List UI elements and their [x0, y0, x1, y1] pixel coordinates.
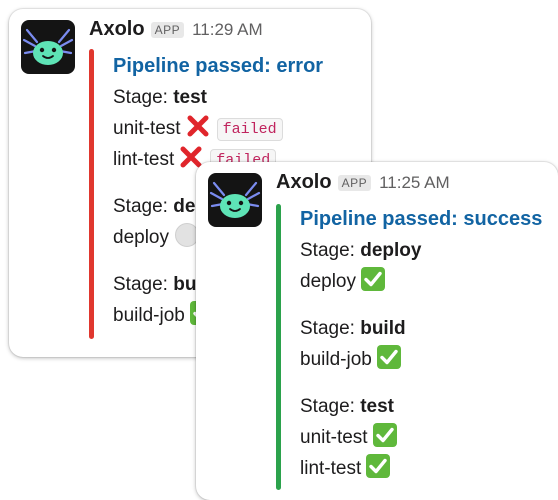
job-name: deploy: [113, 227, 169, 248]
stage-label: Stage:: [113, 196, 174, 217]
stage-name: test: [173, 87, 208, 108]
job-name: lint-test: [113, 149, 175, 170]
check-mark-button-icon: [372, 422, 398, 448]
job-line: lint-test: [300, 453, 542, 484]
job-name: build-job: [113, 305, 185, 326]
app-badge: APP: [150, 21, 185, 38]
attachment-body: Pipeline passed: success Stage: deploy d…: [300, 204, 542, 484]
bot-name[interactable]: Axolo: [276, 171, 332, 193]
stage-name: build: [360, 318, 406, 339]
message-header: Axolo APP 11:29 AM: [89, 18, 263, 46]
stage-line: Stage: test: [113, 82, 323, 113]
message-card-success: Axolo APP 11:25 AM Pipeline passed: succes…: [196, 162, 558, 500]
attachment-title[interactable]: Pipeline passed: error: [113, 51, 323, 82]
attachment-color-bar: [89, 49, 94, 339]
app-badge: APP: [337, 174, 372, 191]
job-name: unit-test: [300, 427, 368, 448]
attachment-title[interactable]: Pipeline passed: success: [300, 204, 542, 235]
timestamp[interactable]: 11:29 AM: [192, 20, 263, 39]
axolotl-avatar-icon[interactable]: [208, 173, 262, 227]
axolotl-avatar-icon[interactable]: [21, 20, 75, 74]
check-mark-button-icon: [360, 266, 386, 292]
stage-line: Stage: build: [300, 313, 542, 344]
stage-name: deploy: [360, 240, 422, 261]
job-name: build-job: [300, 349, 372, 370]
stage-line: Stage: deploy: [300, 235, 542, 266]
job-name: unit-test: [113, 118, 181, 139]
job-name: deploy: [300, 271, 356, 292]
timestamp[interactable]: 11:25 AM: [379, 173, 450, 192]
attachment-color-bar: [276, 204, 281, 490]
job-line: unit-test: [300, 422, 542, 453]
check-mark-button-icon: [365, 453, 391, 479]
cross-mark-icon: [185, 113, 211, 139]
stage-label: Stage:: [113, 87, 174, 108]
job-name: lint-test: [300, 458, 362, 479]
stage-name: test: [360, 396, 395, 417]
stage-label: Stage:: [300, 396, 361, 417]
job-line: deploy: [300, 266, 542, 297]
job-line: unit-test failed: [113, 113, 323, 144]
bot-name[interactable]: Axolo: [89, 18, 145, 40]
job-line: build-job: [300, 344, 542, 375]
check-mark-button-icon: [376, 344, 402, 370]
message-header: Axolo APP 11:25 AM: [276, 171, 450, 199]
stage-label: Stage:: [300, 318, 361, 339]
stage-label: Stage:: [113, 274, 174, 295]
stage-label: Stage:: [300, 240, 361, 261]
stage-line: Stage: test: [300, 391, 542, 422]
status-code-tag: failed: [216, 118, 283, 141]
